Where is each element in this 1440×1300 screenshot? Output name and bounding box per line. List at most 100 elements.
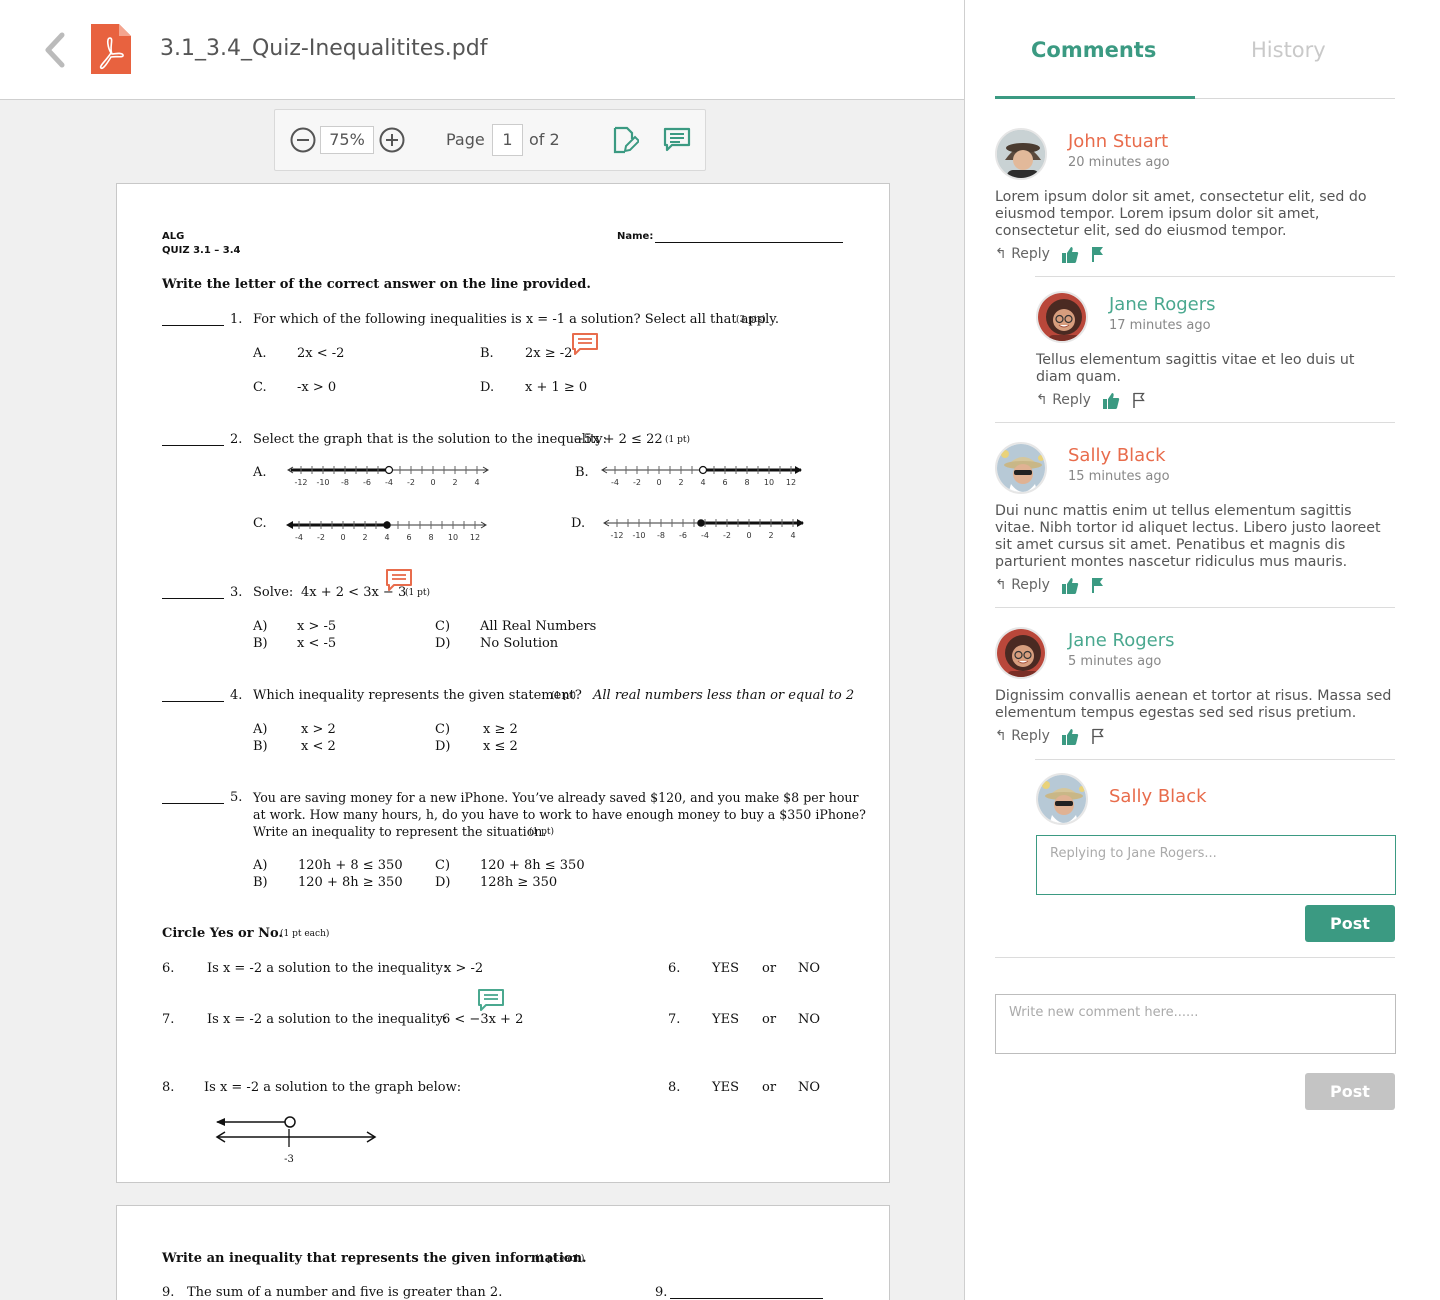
tab-history[interactable]: History [1251, 38, 1326, 62]
zoom-level[interactable]: 75% [320, 126, 374, 154]
reply-button[interactable]: ↰ Reply [995, 728, 1050, 744]
like-icon[interactable] [1061, 728, 1079, 746]
option-text: 120h + 8 ≤ 350 [298, 858, 403, 873]
reply-button[interactable]: ↰ Reply [995, 246, 1050, 262]
or-text: or [762, 1012, 777, 1027]
flag-outline-icon[interactable] [1091, 728, 1105, 744]
reply-icon: ↰ [1036, 392, 1053, 408]
option-label: C) [435, 619, 451, 634]
answer-line [162, 803, 224, 804]
name-line [655, 242, 843, 243]
reply-button[interactable]: ↰ Reply [1036, 392, 1091, 408]
pdf-toolbar: 75% Page 1 of 2 [274, 109, 706, 171]
zoom-in-icon[interactable] [378, 126, 406, 154]
option-label: A) [253, 619, 268, 634]
svg-text:-12: -12 [294, 478, 307, 487]
reply-label: Reply [1011, 577, 1050, 593]
option-text: 2x ≥ -2 [525, 346, 573, 361]
option-label: C) [435, 722, 451, 737]
svg-text:-10: -10 [632, 531, 645, 540]
question-number: 7. [668, 1012, 681, 1027]
or-text: or [762, 961, 777, 976]
svg-text:-10: -10 [316, 478, 329, 487]
points: (1 pt each) [280, 929, 330, 939]
like-icon[interactable] [1102, 392, 1120, 410]
page-number-input[interactable]: 1 [492, 124, 523, 156]
pdf-page-2: Write an inequality that represents the … [116, 1205, 890, 1300]
points: (1 pt) [665, 435, 690, 445]
tab-active-indicator [995, 96, 1195, 99]
reply-button[interactable]: ↰ Reply [995, 577, 1050, 593]
back-icon[interactable] [40, 32, 70, 68]
option-text: x > -5 [297, 619, 337, 634]
question-text: The sum of a number and five is greater … [187, 1285, 503, 1300]
number-line-a: -12 -10 -8 -6 -4 -2 0 2 4 [287, 465, 489, 487]
document-viewer: 3.1_3.4_Quiz-Inequalitites.pdf 75% Page … [0, 0, 964, 1300]
annotate-icon[interactable] [611, 125, 641, 154]
commenter-name[interactable]: John Stuart [1068, 131, 1168, 152]
svg-text:-4: -4 [701, 531, 709, 540]
svg-text:-2: -2 [317, 533, 325, 542]
number-line-d: -12 -10 -8 -6 -4 -2 0 2 4 [603, 519, 804, 540]
avatar [995, 128, 1047, 180]
question-number: 9. [655, 1285, 668, 1300]
number-line-c: -4 -2 0 2 4 6 8 10 12 [286, 521, 487, 542]
flag-icon[interactable] [1091, 246, 1105, 262]
quiz-label: QUIZ 3.1 – 3.4 [162, 245, 241, 256]
like-icon[interactable] [1061, 577, 1079, 595]
svg-text:4: 4 [700, 478, 705, 487]
question-number: 1. [230, 312, 243, 327]
new-comment-post-button[interactable]: Post [1305, 1073, 1395, 1110]
comment-divider [1035, 759, 1395, 760]
comment-text: Lorem ipsum dolor sit amet, consectetur … [995, 189, 1367, 239]
comment-icon[interactable] [663, 126, 691, 154]
points: (3 pts) [736, 315, 766, 325]
question-number: 6. [162, 961, 175, 976]
inequality: 6 < −3x + 2 [442, 1012, 524, 1027]
no-option: NO [798, 961, 821, 976]
reply-icon: ↰ [995, 577, 1012, 593]
svg-text:-8: -8 [657, 531, 665, 540]
svg-text:12: 12 [470, 533, 480, 542]
points: (1 pt each) [535, 1254, 585, 1264]
question-number: 3. [230, 585, 243, 600]
question-number: 5. [230, 790, 243, 805]
new-comment-input[interactable]: Write new comment here...... [995, 994, 1396, 1054]
comment-actions: ↰ Reply [995, 246, 1115, 264]
tab-comments[interactable]: Comments [1031, 38, 1156, 62]
question-text: For which of the following inequalities … [253, 312, 780, 327]
svg-text:4: 4 [384, 533, 389, 542]
svg-text:10: 10 [448, 533, 458, 542]
svg-text:-2: -2 [633, 478, 641, 487]
comment-text: Tellus elementum sagittis vitae et leo d… [1036, 352, 1355, 385]
like-icon[interactable] [1061, 246, 1079, 264]
svg-text:6: 6 [722, 478, 727, 487]
question-text: Is x = -2 a solution to the inequality: [207, 961, 448, 976]
section-heading: Circle Yes or No. [162, 926, 283, 941]
comment-marker-icon[interactable] [572, 333, 598, 357]
reply-input[interactable]: Replying to Jane Rogers... [1036, 835, 1396, 895]
zoom-out-icon[interactable] [289, 126, 317, 154]
answer-line [162, 325, 224, 326]
comment-marker-icon[interactable] [386, 569, 412, 593]
commenter-name[interactable]: Sally Black [1068, 445, 1166, 466]
reply-label: Reply [1052, 392, 1091, 408]
svg-text:4: 4 [790, 531, 795, 540]
question-text: You are saving money for a new iPhone. Y… [253, 790, 859, 805]
comment-marker-icon[interactable] [478, 989, 504, 1013]
svg-text:0: 0 [340, 533, 345, 542]
avatar [1036, 291, 1088, 343]
option-text: x < 2 [301, 739, 336, 754]
flag-outline-icon[interactable] [1132, 392, 1146, 408]
avatar [1036, 773, 1088, 825]
commenter-name[interactable]: Jane Rogers [1068, 630, 1175, 651]
reply-post-button[interactable]: Post [1305, 905, 1395, 942]
svg-text:-8: -8 [341, 478, 349, 487]
pdf-page-1: ALG QUIZ 3.1 – 3.4 Name: Write the lette… [116, 183, 890, 1183]
option-label: D) [435, 875, 451, 890]
question-text: Solve: [253, 585, 294, 600]
question-number: 6. [668, 961, 681, 976]
option-label: B) [253, 636, 268, 651]
commenter-name[interactable]: Jane Rogers [1109, 294, 1216, 315]
flag-icon[interactable] [1091, 577, 1105, 593]
